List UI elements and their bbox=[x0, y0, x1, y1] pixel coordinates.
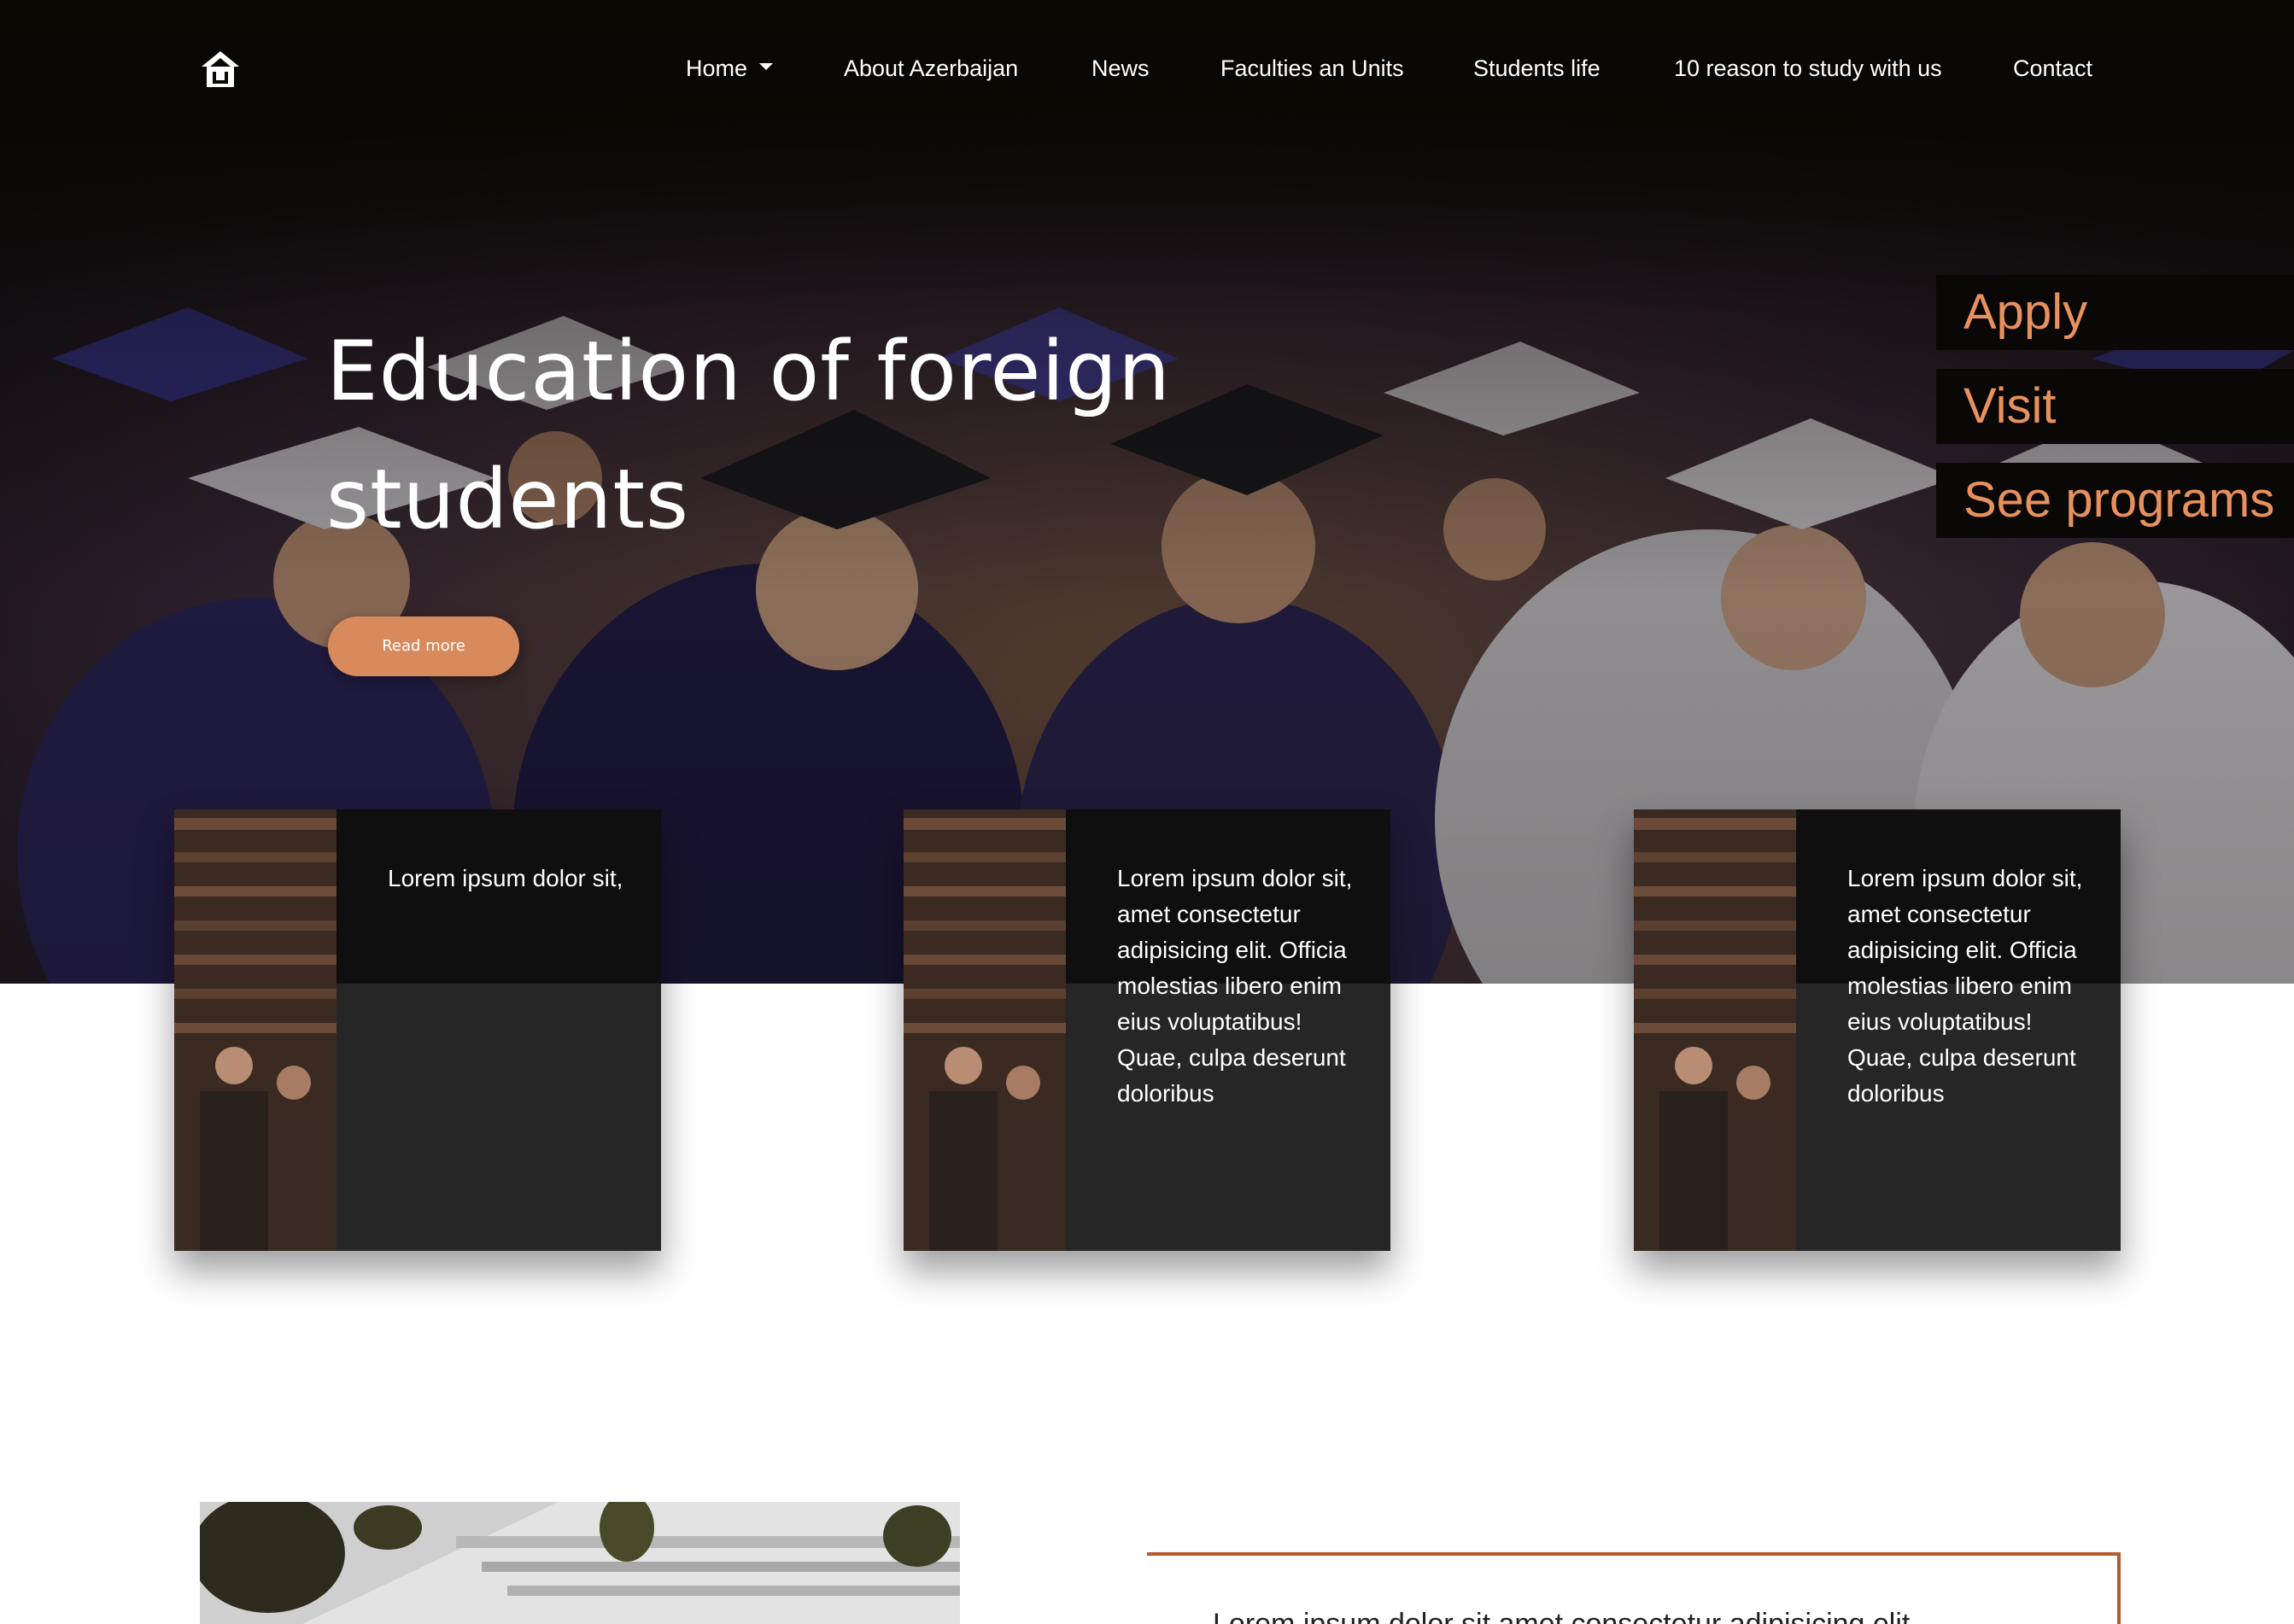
building-photo bbox=[200, 1502, 960, 1624]
side-link-apply[interactable]: Apply bbox=[1936, 275, 2294, 350]
nav-item-10-reasons[interactable]: 10 reason to study with us bbox=[1674, 53, 1942, 84]
card-header-band bbox=[336, 809, 661, 984]
info-card[interactable]: Lorem ipsum dolor sit, bbox=[174, 809, 661, 1251]
card-text: Lorem ipsum dolor sit, amet consectetur … bbox=[1117, 865, 1353, 1107]
nav-item-home[interactable]: Home bbox=[686, 53, 774, 84]
card-text: Lorem ipsum dolor sit, bbox=[388, 865, 623, 891]
nav-item-faculties[interactable]: Faculties an Units bbox=[1220, 53, 1404, 84]
hero-title-line: students bbox=[326, 452, 689, 547]
nav-item-students-life[interactable]: Students life bbox=[1473, 53, 1601, 84]
hero-title-line: Education of foreign bbox=[326, 324, 1171, 419]
side-link-visit[interactable]: Visit bbox=[1936, 369, 2294, 444]
framed-content-text: Lorem ipsum dolor sit amet consectetur a… bbox=[1213, 1608, 1911, 1624]
card-text: Lorem ipsum dolor sit, amet consectetur … bbox=[1847, 865, 2083, 1107]
info-card[interactable]: Lorem ipsum dolor sit, amet consectetur … bbox=[1634, 809, 2121, 1251]
nav-item-label: Home bbox=[686, 55, 748, 81]
library-photo bbox=[904, 809, 1066, 1251]
nav-item-news[interactable]: News bbox=[1091, 53, 1150, 84]
house-logo-icon[interactable] bbox=[198, 48, 243, 92]
library-photo bbox=[1634, 809, 1796, 1251]
side-links: Apply Visit See programs bbox=[1936, 275, 2294, 557]
top-navbar: Home About Azerbaijan News Faculties an … bbox=[0, 0, 2294, 137]
info-card[interactable]: Lorem ipsum dolor sit, amet consectetur … bbox=[904, 809, 1390, 1251]
side-link-see-programs[interactable]: See programs bbox=[1936, 463, 2294, 538]
chevron-down-icon bbox=[759, 62, 774, 70]
hero-title: Education of foreign students bbox=[326, 307, 1351, 564]
library-photo bbox=[174, 809, 336, 1251]
nav-item-about-azerbaijan[interactable]: About Azerbaijan bbox=[844, 53, 1018, 84]
nav-item-contact[interactable]: Contact bbox=[2013, 53, 2092, 84]
read-more-button[interactable]: Read more bbox=[328, 616, 519, 676]
